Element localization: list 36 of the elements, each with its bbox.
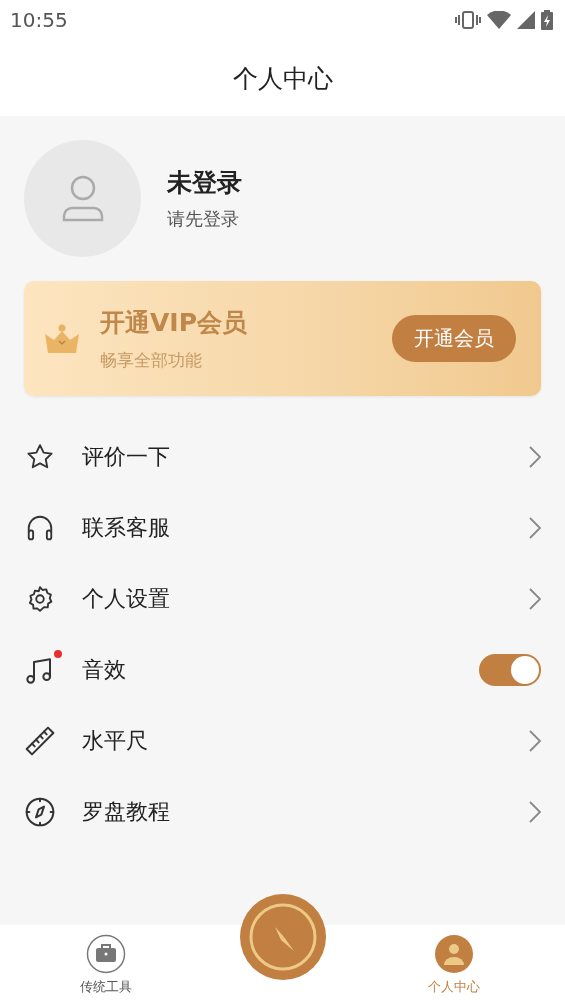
compass-icon bbox=[248, 902, 318, 972]
menu-item[interactable]: 音效 bbox=[0, 634, 565, 705]
crown-icon bbox=[44, 323, 80, 354]
wifi-icon bbox=[487, 11, 511, 29]
user-icon bbox=[60, 173, 105, 224]
menu-item[interactable]: 联系客服 bbox=[0, 492, 565, 563]
chevron-right-icon bbox=[529, 587, 541, 610]
menu-label: 水平尺 bbox=[82, 726, 149, 755]
menu-item[interactable]: 个人设置 bbox=[0, 563, 565, 634]
menu-label: 联系客服 bbox=[82, 513, 171, 542]
user-icon bbox=[434, 934, 474, 974]
menu-label: 音效 bbox=[82, 655, 127, 684]
vibrate-icon bbox=[455, 11, 481, 29]
menu-label: 评价一下 bbox=[82, 442, 171, 471]
menu-item[interactable]: 罗盘教程 bbox=[0, 776, 565, 847]
chevron-right-icon bbox=[529, 729, 541, 752]
menu-label: 个人设置 bbox=[82, 584, 171, 613]
page-title: 个人中心 bbox=[232, 62, 333, 95]
battery-icon bbox=[541, 10, 553, 30]
menu-item[interactable]: 评价一下 bbox=[0, 421, 565, 492]
vip-subtitle: 畅享全部功能 bbox=[100, 348, 203, 372]
nav-tab[interactable]: 传统工具 bbox=[80, 925, 132, 1004]
status-time: 10:55 bbox=[10, 8, 68, 32]
ruler-icon bbox=[24, 724, 56, 757]
menu-item[interactable]: 水平尺 bbox=[0, 705, 565, 776]
compass-icon bbox=[24, 795, 56, 828]
chevron-right-icon bbox=[529, 516, 541, 539]
chevron-right-icon bbox=[529, 800, 541, 823]
user-name: 未登录 bbox=[167, 167, 242, 199]
toggle-switch[interactable] bbox=[479, 653, 541, 686]
chevron-right-icon bbox=[529, 445, 541, 468]
signal-icon bbox=[517, 11, 535, 29]
vip-title: 开通VIP会员 bbox=[100, 306, 248, 339]
login-hint[interactable]: 请先登录 bbox=[167, 207, 242, 231]
briefcase-icon bbox=[86, 934, 126, 974]
menu-label: 罗盘教程 bbox=[82, 797, 171, 826]
